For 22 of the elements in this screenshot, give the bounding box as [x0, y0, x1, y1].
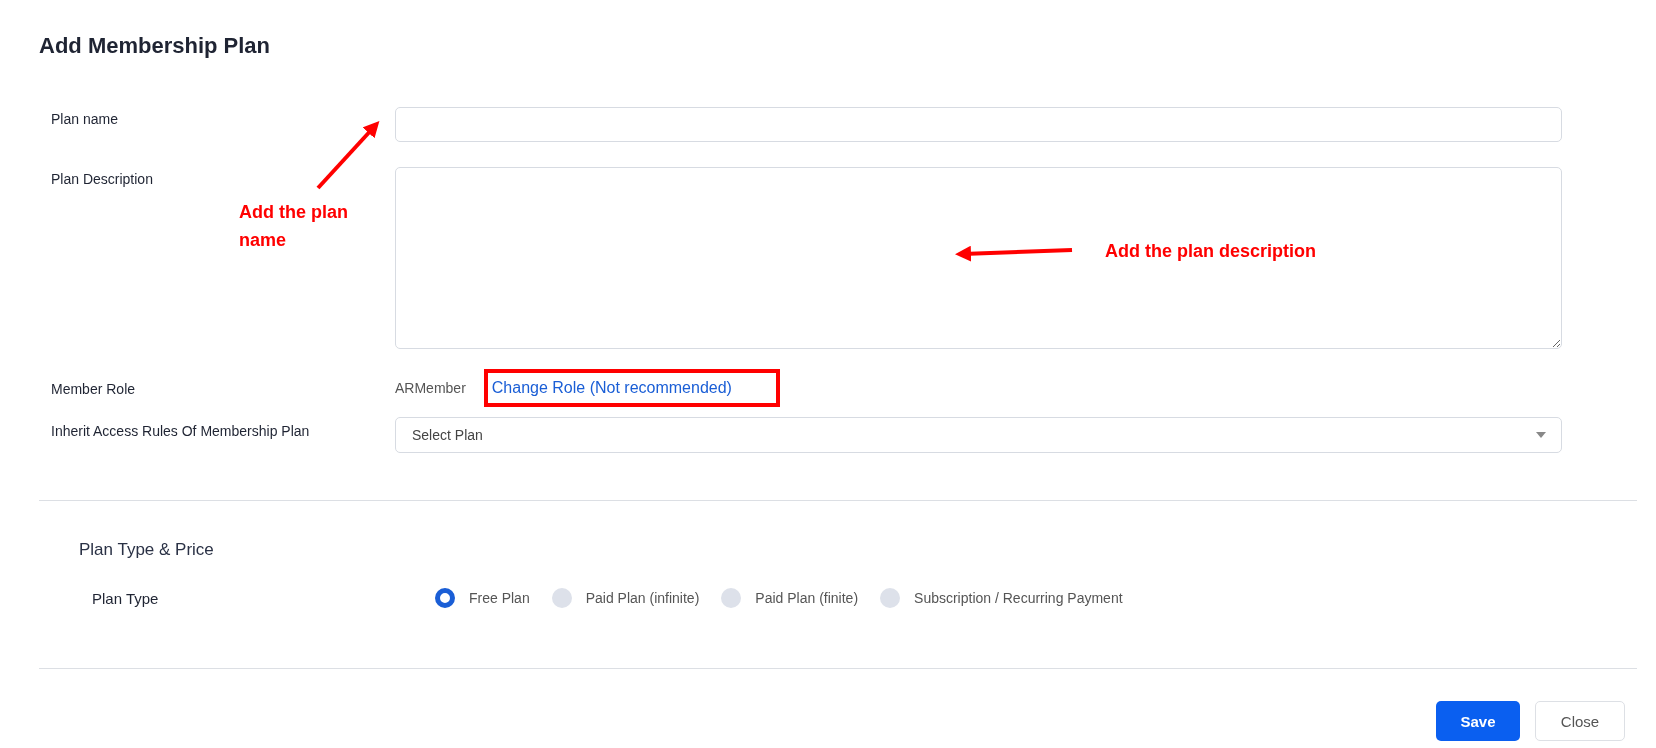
- field-label: Inherit Access Rules Of Membership Plan: [51, 422, 311, 439]
- save-button[interactable]: Save: [1436, 701, 1520, 741]
- annotation-arrow: [316, 121, 380, 190]
- plan-type-radio[interactable]: Paid Plan (finite): [721, 588, 859, 608]
- section-title: Plan Type & Price: [79, 540, 215, 560]
- plan-select[interactable]: Select Plan: [395, 417, 1562, 453]
- change-role-link[interactable]: Change Role (Not recommended): [491, 379, 732, 397]
- field-label: Member Role: [51, 380, 137, 397]
- annotation-text: Add the plan name: [239, 201, 349, 252]
- plan-type-radio[interactable]: Free Plan: [435, 588, 530, 608]
- role-value: ARMember: [395, 380, 466, 396]
- plan-type-label: Plan Type: [91, 589, 160, 607]
- field-label: Plan name: [51, 110, 119, 127]
- dialog-title: Add Membership Plan: [38, 32, 272, 60]
- close-button[interactable]: Close: [1535, 701, 1625, 741]
- caret-icon: [1536, 432, 1546, 438]
- plan-name-field[interactable]: [395, 107, 1562, 142]
- plan-type-radio[interactable]: Subscription / Recurring Payment: [880, 588, 1123, 608]
- annotation-text: Add the plan description: [1105, 240, 1316, 263]
- field-label: Plan Description: [51, 170, 154, 187]
- plan-description-field[interactable]: [395, 167, 1562, 349]
- plan-type-radio[interactable]: Paid Plan (infinite): [551, 588, 700, 608]
